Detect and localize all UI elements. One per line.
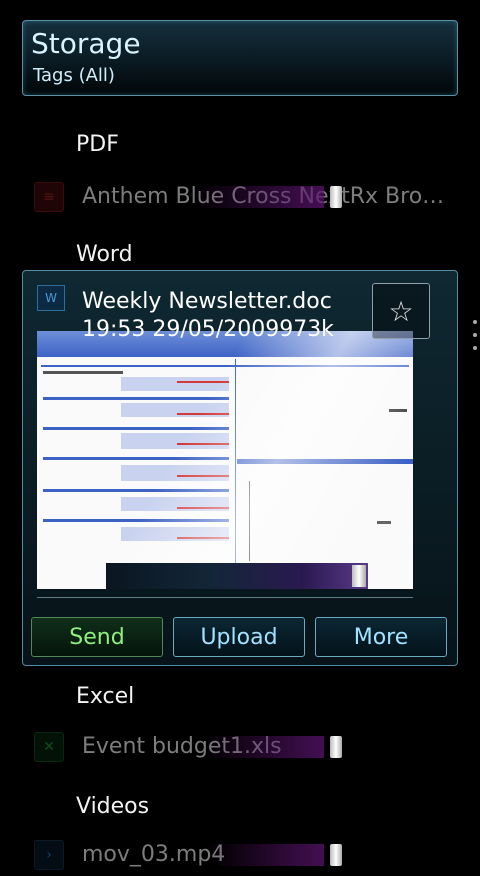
glare-overlay — [37, 331, 413, 589]
tag-filter[interactable]: Tags (All) — [33, 65, 115, 86]
list-item[interactable]: ✕ Event budget1.xls — [0, 728, 480, 768]
file-detail-popup: W Weekly Newsletter.doc 19:53 29/05/2009… — [22, 270, 458, 666]
scrollbar-thumb[interactable] — [330, 736, 342, 758]
scroll-track — [190, 186, 324, 208]
pdf-icon: ≡ — [34, 182, 64, 212]
word-doc-icon: W — [37, 285, 65, 311]
overflow-menu-handle[interactable] — [472, 320, 478, 362]
list-item[interactable]: › mov_03.mp4 — [0, 836, 480, 876]
list-item[interactable]: ≡ Anthem Blue Cross NextRx Bro… — [0, 178, 480, 218]
excel-icon: ✕ — [34, 732, 64, 762]
app-header: Storage Tags (All) — [22, 20, 458, 96]
favorite-star-button[interactable]: ☆ — [372, 283, 430, 339]
section-label-pdf: PDF — [76, 132, 119, 157]
send-button[interactable]: Send — [31, 617, 163, 657]
document-preview[interactable] — [37, 331, 413, 589]
scrollbar-thumb[interactable] — [330, 844, 342, 866]
scroll-track — [210, 844, 324, 866]
file-meta: 19:53 29/05/2009973k — [82, 317, 334, 342]
star-icon: ☆ — [388, 294, 414, 328]
divider — [37, 597, 413, 598]
section-label-word: Word — [76, 242, 133, 267]
scrollbar-thumb[interactable] — [330, 186, 342, 208]
page-title: Storage — [31, 27, 141, 60]
file-name: mov_03.mp4 — [82, 842, 226, 867]
scrollbar-thumb[interactable] — [352, 565, 366, 587]
video-icon: › — [34, 840, 64, 870]
section-label-excel: Excel — [76, 684, 135, 709]
section-label-videos: Videos — [76, 794, 150, 819]
scroll-track — [200, 736, 324, 758]
more-button[interactable]: More — [315, 617, 447, 657]
upload-button[interactable]: Upload — [173, 617, 305, 657]
file-name: Weekly Newsletter.doc — [82, 289, 332, 314]
preview-horizontal-scrollbar[interactable] — [106, 563, 368, 589]
